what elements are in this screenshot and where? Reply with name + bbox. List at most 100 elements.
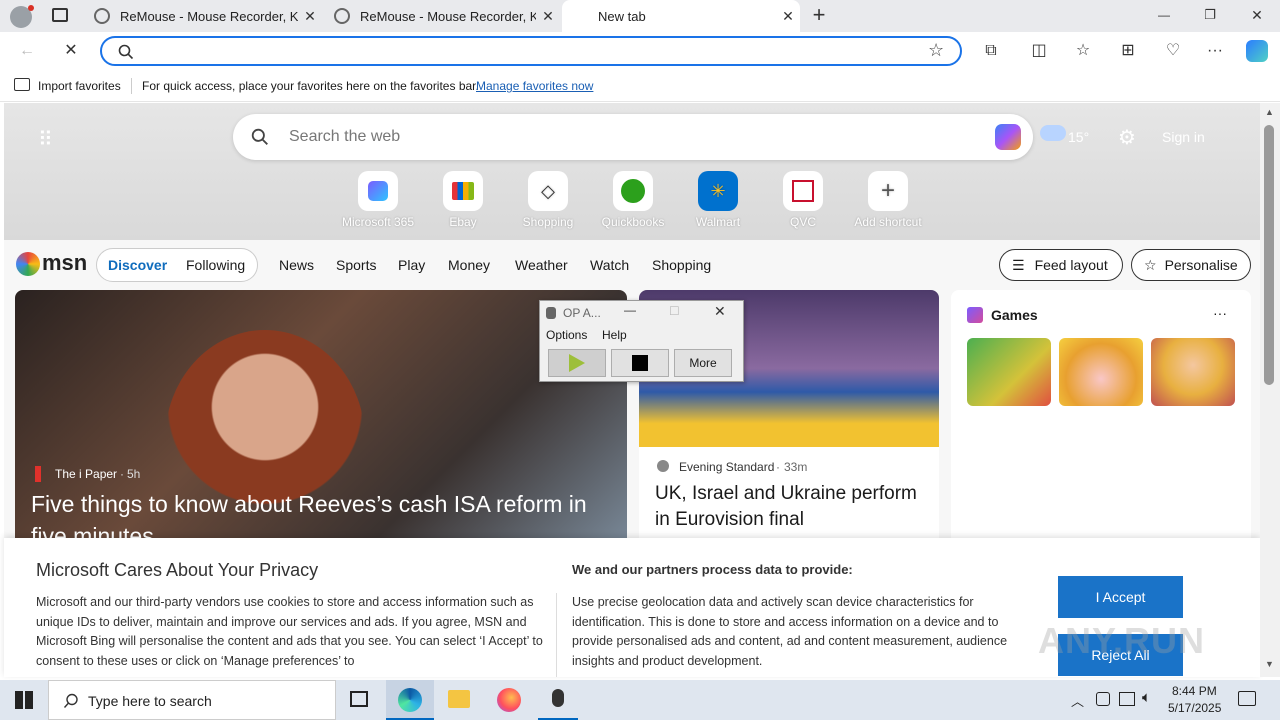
address-bar[interactable]: ☆ — [100, 36, 962, 66]
partners-title: We and our partners process data to prov… — [572, 562, 853, 577]
popup-menu-help[interactable]: Help — [602, 328, 627, 342]
copilot-icon[interactable] — [1246, 40, 1268, 62]
card-headline[interactable]: UK, Israel and Ukraine perform in Eurovi… — [655, 481, 927, 533]
card-time: 33m — [784, 460, 808, 474]
shortcut-microsoft-365[interactable]: Microsoft 365 — [338, 171, 418, 229]
popup-menu-options[interactable]: Options — [546, 328, 587, 342]
msn-logo-icon[interactable] — [16, 252, 40, 276]
volume-icon[interactable]: 🔈︎ — [1142, 689, 1151, 706]
msn-logo-text[interactable]: msn — [42, 250, 87, 276]
tab-actions-icon[interactable] — [52, 8, 68, 22]
nav-sports[interactable]: Sports — [336, 257, 376, 273]
games-card: Games ··· — [951, 290, 1251, 550]
more-menu-icon[interactable]: ··· — [1204, 40, 1226, 62]
favorites-bar: Import favorites For quick access, place… — [0, 70, 1280, 102]
manage-favorites-link[interactable]: Manage favorites now — [476, 79, 593, 93]
scroll-up-icon[interactable]: ▲ — [1265, 107, 1274, 117]
clock-date[interactable]: 5/17/2025 — [1168, 701, 1221, 715]
minimize-button[interactable]: — — [1150, 8, 1178, 22]
split-screen-icon[interactable]: ◫ — [1028, 40, 1050, 62]
tab-remouse-1[interactable]: ReMouse - Mouse Recorder, Keyb ✕ — [84, 0, 322, 32]
shortcut-ebay[interactable]: Ebay — [423, 171, 503, 229]
vertical-scrollbar[interactable]: ▲ ▼ — [1260, 103, 1280, 677]
nav-watch[interactable]: Watch — [590, 257, 629, 273]
file-explorer-icon[interactable] — [448, 690, 470, 708]
tray-chevron-icon[interactable]: ︿ — [1071, 691, 1084, 710]
shortcut-qvc[interactable]: QVC — [763, 171, 843, 229]
scroll-thumb[interactable] — [1264, 125, 1274, 385]
shopping-tag-icon: ◇ — [528, 171, 568, 211]
settings-gear-icon[interactable]: ⚙ — [1118, 125, 1136, 150]
personalise-button[interactable]: ☆ Personalise — [1131, 249, 1251, 281]
import-favorites-icon[interactable] — [14, 78, 30, 91]
popup-close-button[interactable]: ✕ — [714, 303, 726, 320]
scroll-down-icon[interactable]: ▼ — [1265, 659, 1274, 669]
tab-remouse-2[interactable]: ReMouse - Mouse Recorder, Keyb ✕ — [324, 0, 560, 32]
close-tab-icon[interactable]: ✕ — [536, 8, 560, 25]
tray-meet-icon[interactable] — [1096, 692, 1110, 706]
privacy-title: Microsoft Cares About Your Privacy — [36, 560, 319, 580]
tab-discover[interactable]: Discover — [108, 257, 167, 273]
taskbar: Type here to search ︿ 🔈︎ 8:44 PM 5/17/20… — [0, 680, 1280, 720]
close-tab-icon[interactable]: ✕ — [776, 8, 800, 25]
nav-weather[interactable]: Weather — [515, 257, 568, 273]
back-arrow-icon[interactable]: ← — [16, 40, 38, 62]
nav-money[interactable]: Money — [448, 257, 490, 273]
sign-in-link[interactable]: Sign in — [1162, 129, 1205, 145]
game-tile-1[interactable] — [967, 338, 1051, 406]
main-news-card[interactable]: The i Paper 5h · Five things to know abo… — [15, 290, 627, 550]
taskbar-search-box[interactable]: Type here to search — [48, 680, 336, 720]
favorite-star-icon[interactable]: ☆ — [928, 40, 944, 61]
temperature-text[interactable]: 15° — [1068, 129, 1089, 145]
shortcut-quickbooks[interactable]: Quickbooks — [593, 171, 673, 229]
tab-new-tab[interactable]: New tab ✕ — [562, 0, 800, 32]
edge-taskbar-icon[interactable] — [386, 680, 434, 720]
accept-button[interactable]: I Accept — [1058, 576, 1183, 618]
favorites-icon[interactable]: ☆ — [1072, 40, 1094, 62]
walmart-icon: ✳ — [698, 171, 738, 211]
shortcut-add[interactable]: + Add shortcut — [848, 171, 928, 229]
network-icon[interactable] — [1119, 692, 1135, 706]
task-view-icon[interactable] — [350, 691, 368, 707]
play-button[interactable] — [548, 349, 606, 377]
stop-button[interactable] — [611, 349, 669, 377]
shortcut-label: Quickbooks — [601, 215, 665, 229]
more-button[interactable]: More — [674, 349, 732, 377]
close-tab-icon[interactable]: ✕ — [298, 8, 322, 25]
app-launcher-icon[interactable]: ⠿ — [38, 127, 53, 152]
windows-start-icon[interactable] — [15, 691, 33, 709]
stop-loading-icon[interactable]: ✕ — [60, 40, 82, 62]
shortcut-shopping[interactable]: ◇ Shopping — [508, 171, 588, 229]
copilot-search-icon[interactable] — [995, 124, 1021, 150]
popup-minimize-button[interactable]: — — [624, 303, 636, 317]
game-tile-2[interactable] — [1059, 338, 1143, 406]
new-tab-button[interactable]: + — [808, 3, 830, 27]
address-input[interactable] — [142, 42, 922, 60]
clock-time[interactable]: 8:44 PM — [1172, 684, 1217, 698]
close-window-button[interactable]: ✕ — [1243, 7, 1271, 24]
nav-shopping[interactable]: Shopping — [652, 257, 711, 273]
shortcut-label: Walmart — [695, 215, 741, 229]
tab-following[interactable]: Following — [186, 257, 245, 273]
taskbar-search-placeholder: Type here to search — [88, 693, 212, 709]
weather-icon[interactable] — [1040, 125, 1066, 141]
collections-icon[interactable]: ⊞ — [1117, 40, 1139, 62]
notifications-icon[interactable] — [1238, 691, 1256, 706]
nav-play[interactable]: Play — [398, 257, 425, 273]
restore-button[interactable]: ❐ — [1196, 7, 1224, 23]
remouse-taskbar-icon[interactable] — [538, 680, 578, 720]
firefox-icon[interactable] — [497, 688, 521, 712]
feed-layout-button[interactable]: ☰ Feed layout — [999, 249, 1123, 281]
game-tile-3[interactable] — [1151, 338, 1235, 406]
favorites-divider — [131, 78, 132, 94]
msn-nav-bar: msn Discover Following News Sports Play … — [4, 240, 1260, 290]
sliders-icon: ☰ — [1012, 256, 1025, 273]
web-search-box[interactable]: Search the web — [233, 114, 1033, 160]
shortcut-walmart[interactable]: ✳ Walmart — [678, 171, 758, 229]
extensions-icon[interactable]: ⧉ — [980, 40, 1002, 62]
games-more-icon[interactable]: ··· — [1213, 305, 1227, 321]
nav-news[interactable]: News — [279, 257, 314, 273]
watermark: ANY.RUN — [1038, 620, 1206, 661]
import-favorites-button[interactable]: Import favorites — [38, 79, 121, 93]
browser-essentials-icon[interactable]: ♡ — [1162, 40, 1184, 62]
